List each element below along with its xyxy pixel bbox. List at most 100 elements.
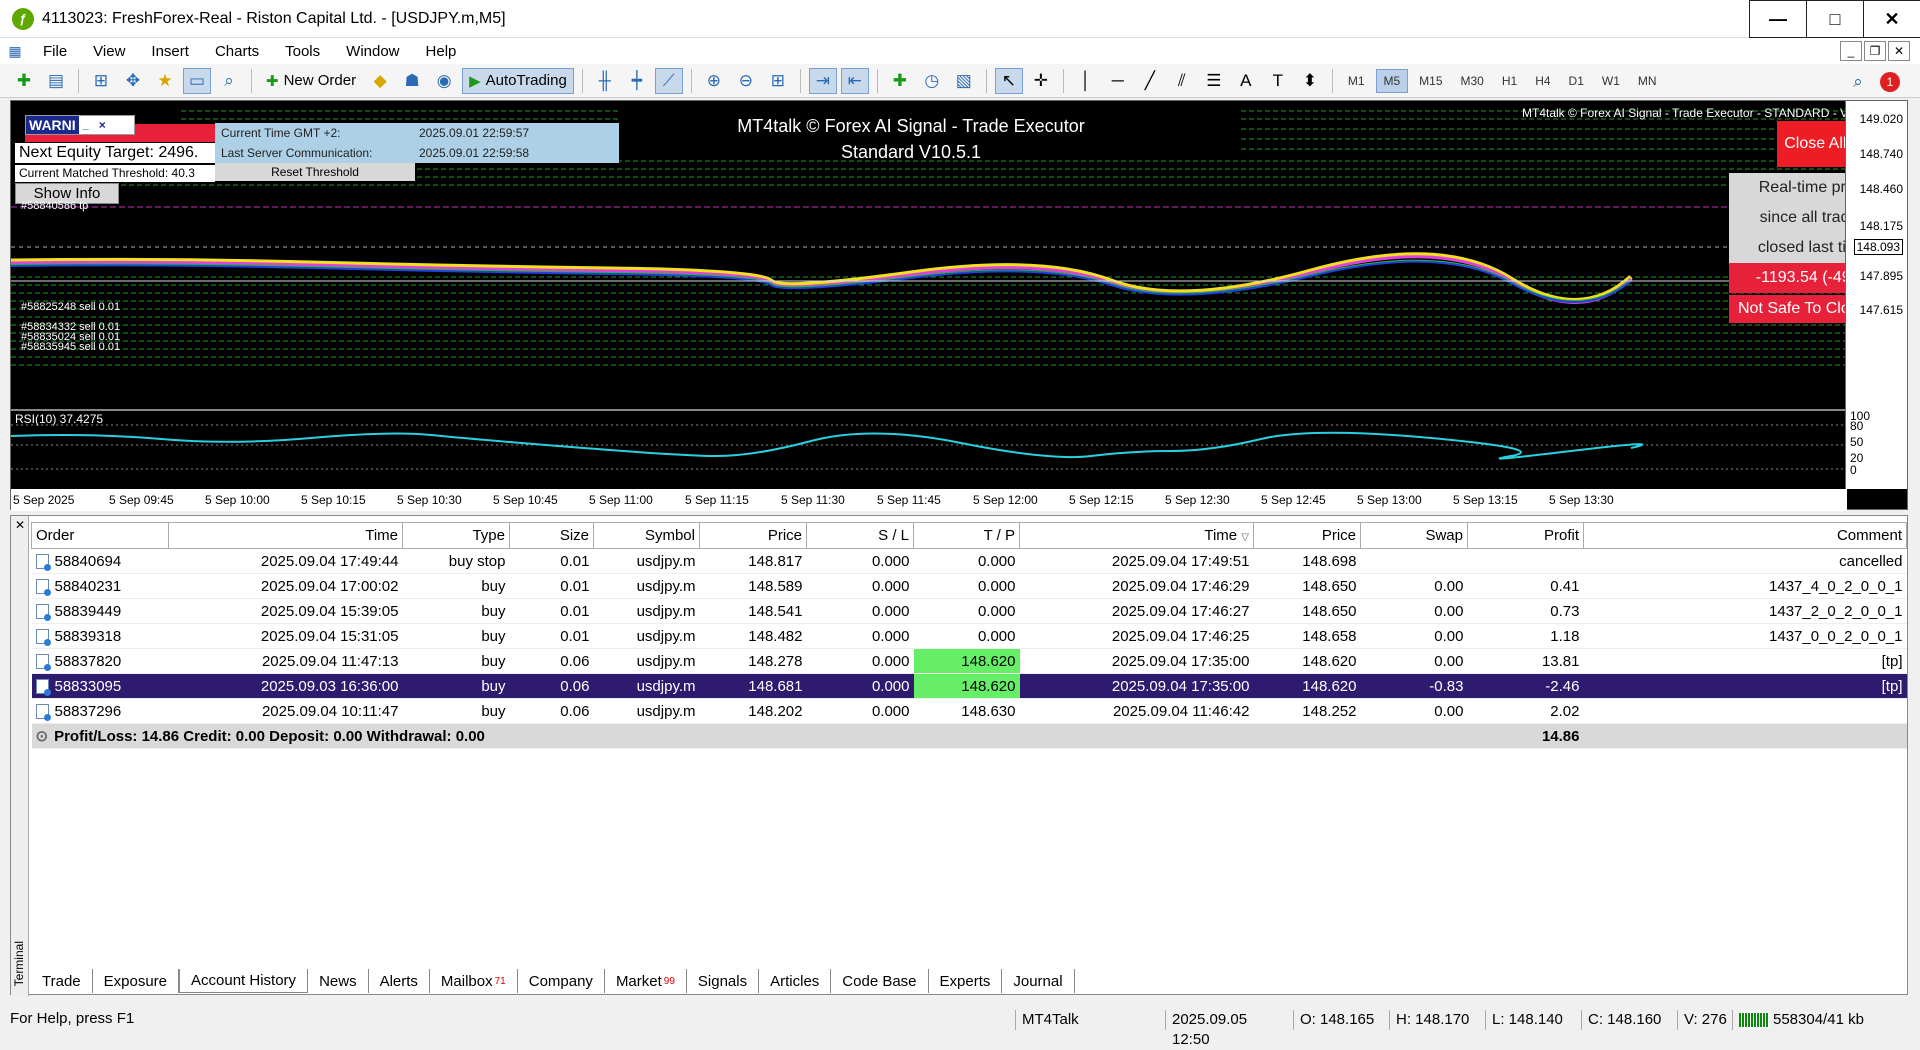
fibonacci-icon[interactable]: ☰ [1200,68,1228,94]
col-symbol[interactable]: Symbol [593,522,700,549]
menu-charts[interactable]: Charts [202,43,272,60]
price-axis[interactable]: 149.020 148.740 148.460 148.175 148.093 … [1845,101,1907,489]
col-profit[interactable]: Profit [1467,522,1584,549]
col-close-price[interactable]: Price [1253,522,1361,549]
tab-articles[interactable]: Articles [759,969,832,993]
bar-chart-icon[interactable]: ╫ [591,68,619,94]
terminal-close-icon[interactable]: ✕ [15,518,25,532]
chart-window-icon[interactable]: ▦ [0,38,30,64]
indicators-icon[interactable]: ✚ [886,68,914,94]
crosshair-icon[interactable]: ✛ [1027,68,1055,94]
tab-alerts[interactable]: Alerts [369,969,430,993]
minimize-button[interactable]: — [1749,0,1806,38]
warning-minimize-icon[interactable]: _ [83,119,89,131]
tab-account-history[interactable]: Account History [179,969,309,993]
tab-experts[interactable]: Experts [929,969,1003,993]
tab-mailbox[interactable]: Mailbox 71 [430,969,518,993]
text-label-icon[interactable]: T [1264,68,1292,94]
zoom-in-icon[interactable]: ⊕ [700,68,728,94]
menu-file[interactable]: File [30,43,80,60]
col-order[interactable]: Order [31,522,169,549]
channel-icon[interactable]: ⫽ [1168,68,1196,94]
col-type[interactable]: Type [402,522,510,549]
rsi-subwindow[interactable]: RSI(10) 37.4275 [11,409,1847,489]
autotrading-button[interactable]: ▶ AutoTrading [462,67,574,94]
tf-m30[interactable]: M30 [1454,69,1491,93]
table-row[interactable]: 58840231 2025.09.04 17:00:02 buy 0.01 usdjpy… [31,573,1907,599]
mdi-minimize-button[interactable]: _ [1840,41,1862,61]
tf-w1[interactable]: W1 [1595,69,1627,93]
chart-window[interactable]: WARNI _ × Next Equity Target: 2496. Curren… [10,100,1908,511]
warning-close-icon[interactable]: × [99,118,106,132]
tab-market[interactable]: Market 99 [605,969,687,993]
menu-view[interactable]: View [80,43,138,60]
tab-trade[interactable]: Trade [31,969,93,993]
terminal-icon[interactable]: ▭ [183,67,211,94]
new-order-button[interactable]: ✚ New Order [260,68,362,94]
horizontal-line-icon[interactable]: ─ [1104,68,1132,94]
candlestick-icon[interactable]: ┿ [623,68,651,94]
tab-company[interactable]: Company [518,969,605,993]
tab-signals[interactable]: Signals [687,969,760,993]
table-row[interactable]: 58839449 2025.09.04 15:39:05 buy 0.01 usdjpy… [31,598,1907,624]
col-open-time[interactable]: Time [168,522,403,549]
time-axis[interactable]: 5 Sep 2025 5 Sep 09:45 5 Sep 10:00 5 Sep… [11,489,1847,511]
strategy-tester-icon[interactable]: ⌕ [215,68,243,94]
close-button[interactable]: ✕ [1863,0,1920,38]
periods-icon[interactable]: ◷ [918,68,946,94]
menu-tools[interactable]: Tools [272,43,333,60]
menu-insert[interactable]: Insert [138,43,202,60]
col-size[interactable]: Size [509,522,594,549]
templates-icon[interactable]: ▧ [950,68,978,94]
tf-m5[interactable]: M5 [1375,68,1409,93]
line-chart-icon[interactable]: ⟋ [654,67,683,94]
table-row[interactable]: 58839318 2025.09.04 15:31:05 buy 0.01 usdjpy… [31,623,1907,649]
metaeditor-icon[interactable]: ◆ [366,68,394,94]
market-watch-icon[interactable]: ⊞ [87,68,115,94]
col-comment[interactable]: Comment [1583,522,1907,549]
trendline-icon[interactable]: ╱ [1136,68,1164,94]
tf-d1[interactable]: D1 [1562,69,1591,93]
signals-icon[interactable]: ◉ [430,68,458,94]
cursor-icon[interactable]: ↖ [994,67,1023,94]
vertical-line-icon[interactable]: │ [1072,68,1100,94]
menu-help[interactable]: Help [413,43,470,60]
tf-m1[interactable]: M1 [1341,69,1372,93]
community-icon[interactable]: ☗ [398,68,426,94]
new-chart-icon[interactable]: ✚ [10,68,38,94]
col-swap[interactable]: Swap [1360,522,1468,549]
col-sl[interactable]: S / L [806,522,914,549]
profiles-icon[interactable]: ▤ [42,68,70,94]
arrows-icon[interactable]: ⬍ [1296,68,1324,94]
zoom-out-icon[interactable]: ⊖ [732,68,760,94]
auto-scroll-icon[interactable]: ⇥ [808,67,837,94]
col-open-price[interactable]: Price [699,522,807,549]
maximize-button[interactable]: □ [1806,0,1863,38]
warning-box[interactable]: WARNI _ × [25,115,135,135]
table-row[interactable]: 58837296 2025.09.04 10:11:47 buy 0.06 usdjpy… [31,698,1907,724]
mdi-close-button[interactable]: ✕ [1888,41,1910,61]
chart-shift-icon[interactable]: ⇤ [840,67,869,94]
tile-windows-icon[interactable]: ⊞ [764,68,792,94]
status-traffic[interactable]: 558304/41 kb [1732,1010,1912,1030]
tf-m15[interactable]: M15 [1412,69,1449,93]
navigator-icon[interactable]: ★ [151,68,179,94]
notifications-icon[interactable]: 1 [1880,72,1900,92]
col-tp[interactable]: T / P [913,522,1020,549]
menu-window[interactable]: Window [333,43,412,60]
tf-h4[interactable]: H4 [1528,69,1557,93]
tab-news[interactable]: News [308,969,369,993]
text-icon[interactable]: A [1232,68,1260,94]
table-row[interactable]: 58837820 2025.09.04 11:47:13 buy 0.06 usdjpy… [31,648,1907,674]
data-window-icon[interactable]: ✥ [119,68,147,94]
mdi-restore-button[interactable]: ❐ [1864,41,1886,61]
search-icon[interactable]: ⌕ [1844,69,1872,95]
tf-mn[interactable]: MN [1631,69,1664,93]
tab-code-base[interactable]: Code Base [831,969,929,993]
reset-threshold-button[interactable]: Reset Threshold [215,163,415,181]
tf-h1[interactable]: H1 [1495,69,1524,93]
tab-exposure[interactable]: Exposure [93,969,180,993]
table-row[interactable]: 58833095 2025.09.03 16:36:00 buy 0.06 usdjpy… [31,673,1907,699]
tab-journal[interactable]: Journal [1002,969,1075,993]
table-row[interactable]: 58840694 2025.09.04 17:49:44 buy stop 0.01 u… [31,548,1907,574]
